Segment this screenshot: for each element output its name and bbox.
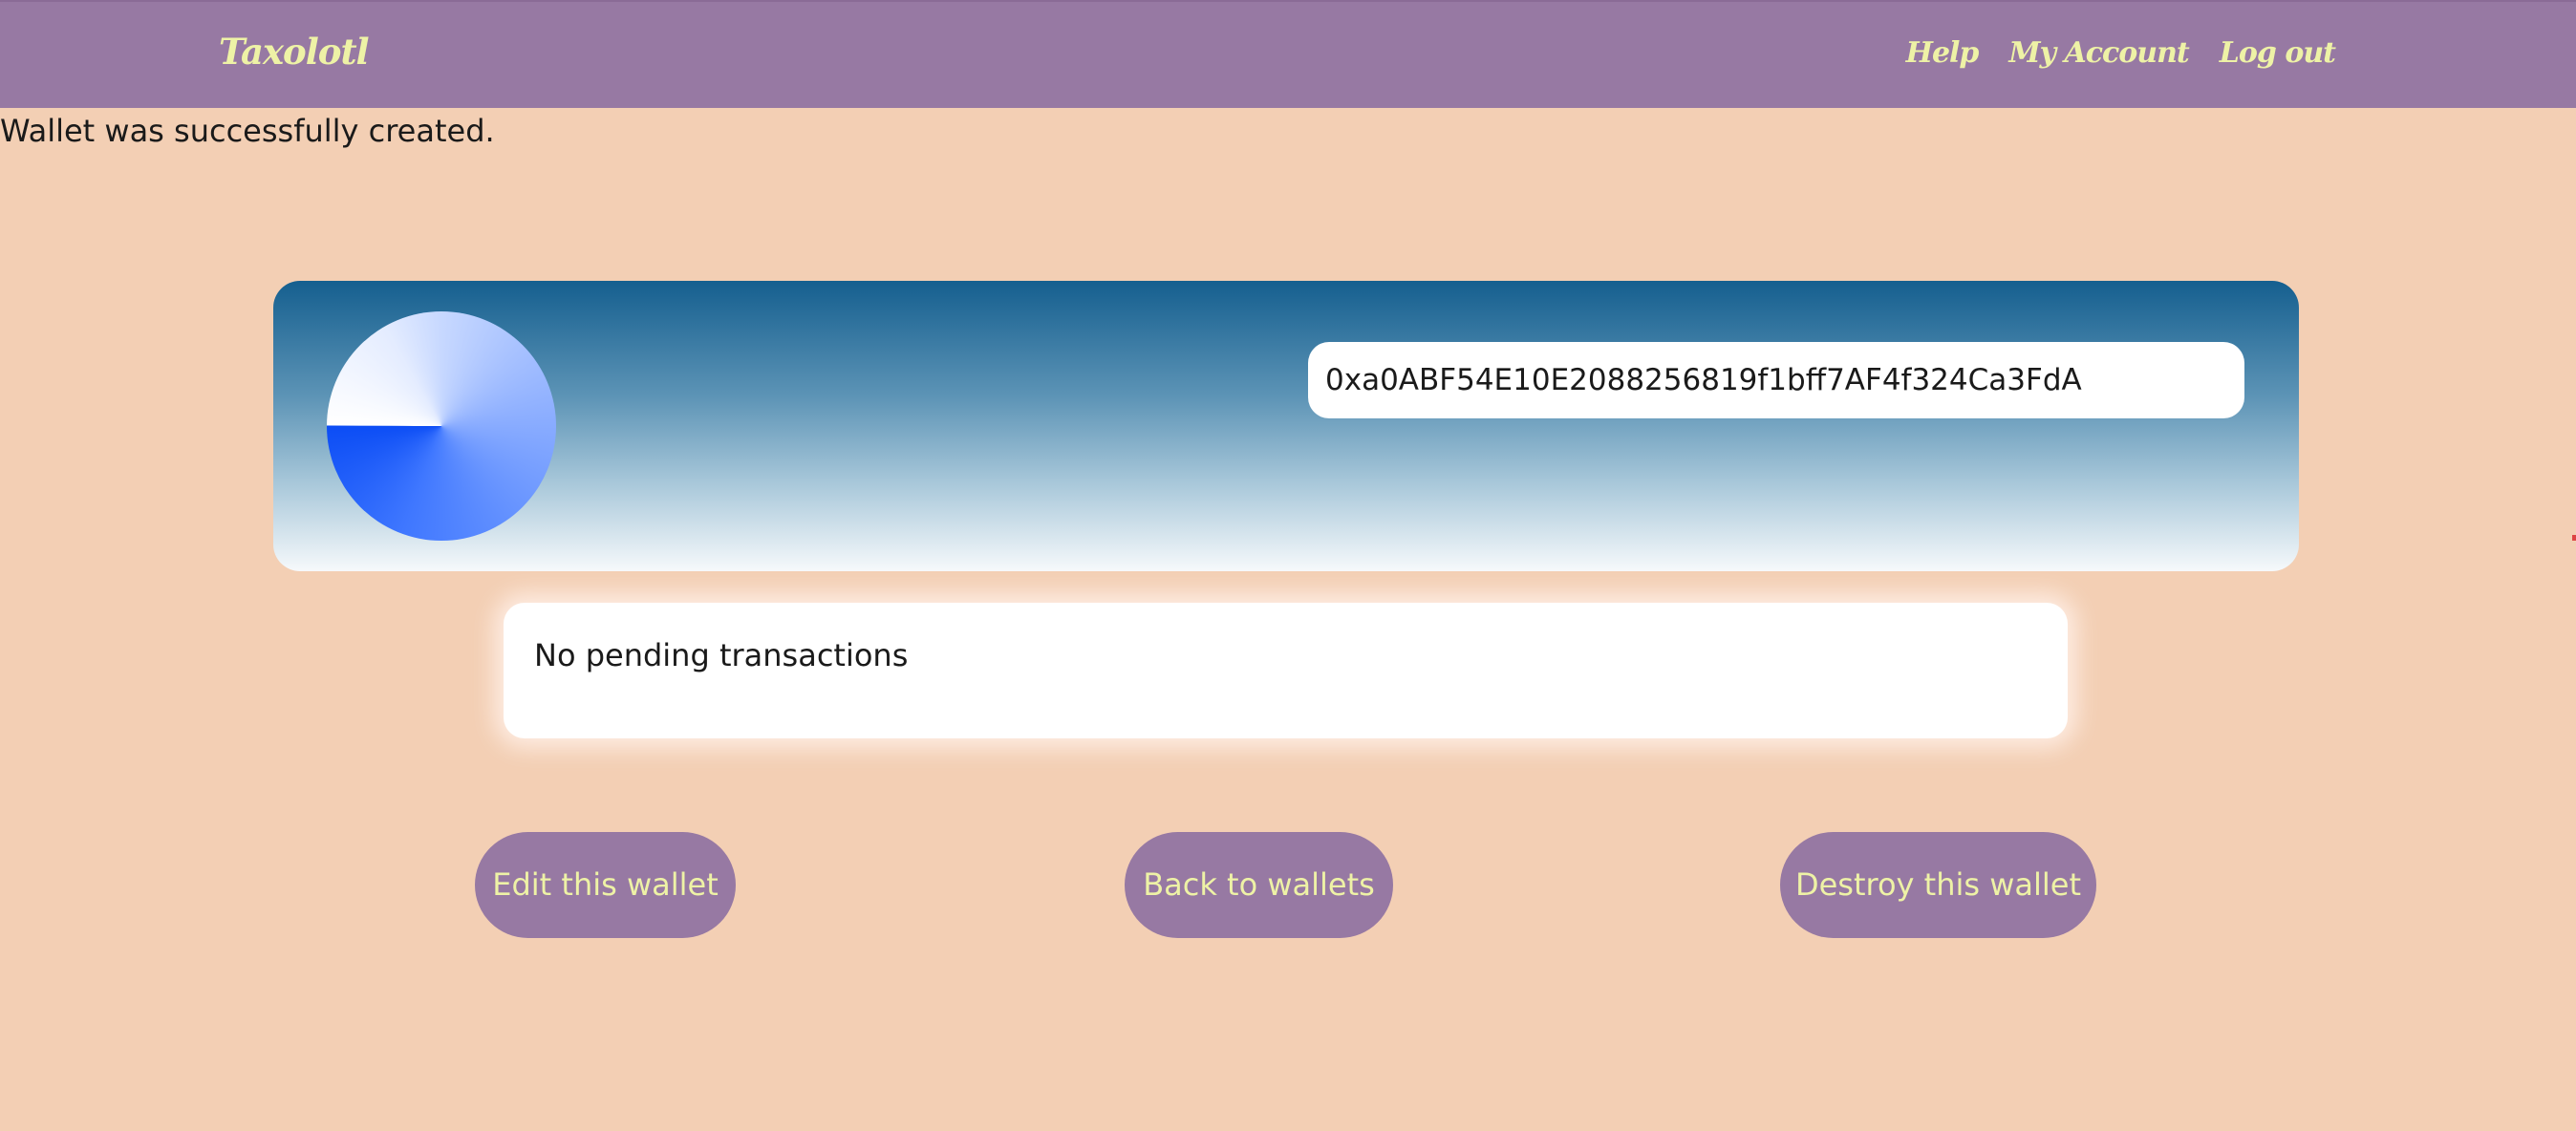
back-to-wallets-button[interactable]: Back to wallets	[1125, 832, 1393, 938]
nav-help-link[interactable]: Help	[1906, 36, 1980, 70]
brand-logo-link[interactable]: Taxolotl	[219, 31, 370, 73]
edit-wallet-button[interactable]: Edit this wallet	[475, 832, 736, 938]
pending-transactions-panel: No pending transactions	[504, 603, 2068, 738]
nav-links: Help My Account Log out	[1906, 36, 2336, 70]
top-navbar: Taxolotl Help My Account Log out	[0, 0, 2576, 108]
wallet-address: 0xa0ABF54E10E2088256819f1bff7AF4f324Ca3F…	[1308, 342, 2244, 418]
identicon-avatar-icon	[327, 311, 556, 541]
pending-transactions-message: No pending transactions	[534, 637, 909, 673]
edge-marker	[2572, 535, 2576, 541]
wallet-header-card: 0xa0ABF54E10E2088256819f1bff7AF4f324Ca3F…	[273, 281, 2299, 571]
flash-notice: Wallet was successfully created.	[0, 113, 495, 149]
nav-my-account-link[interactable]: My Account	[2008, 36, 2189, 70]
destroy-wallet-button[interactable]: Destroy this wallet	[1780, 832, 2096, 938]
nav-logout-link[interactable]: Log out	[2220, 36, 2336, 70]
